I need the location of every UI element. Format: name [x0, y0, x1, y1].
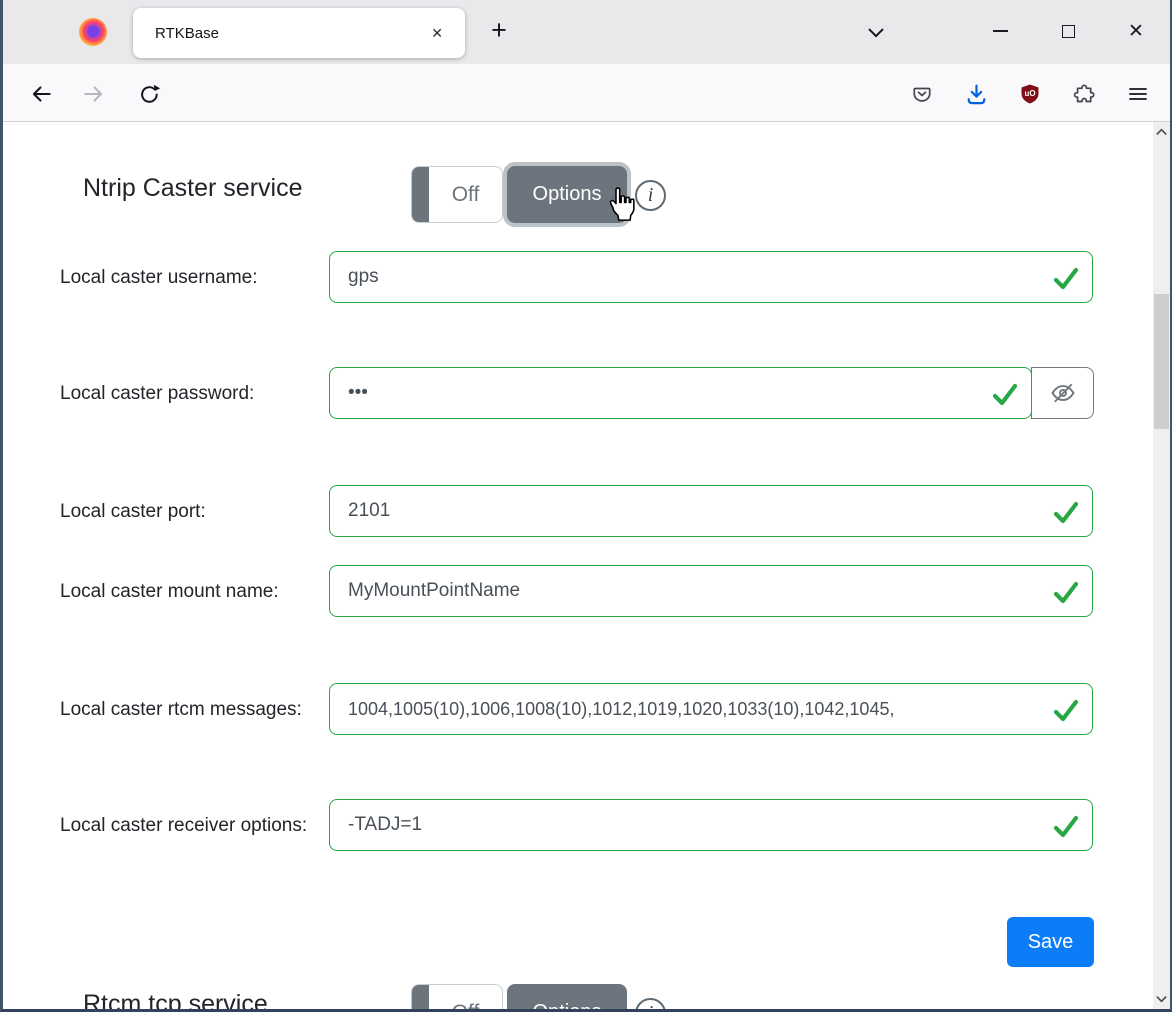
- pocket-icon: [910, 82, 934, 106]
- new-tab-button[interactable]: +: [481, 12, 517, 48]
- valid-check-icon: [1052, 579, 1080, 607]
- download-icon: [964, 82, 989, 107]
- reload-button[interactable]: [135, 80, 163, 108]
- tab-rtkbase[interactable]: RTKBase ✕: [133, 8, 465, 58]
- eye-slash-icon: [1049, 379, 1077, 407]
- page-content: Ntrip Caster service Off Options i Local…: [3, 122, 1170, 1009]
- username-input[interactable]: gps: [329, 251, 1093, 303]
- valid-check-icon: [1052, 697, 1080, 725]
- section-title-ntrip: Ntrip Caster service: [83, 174, 303, 203]
- field-label: Local caster mount name:: [60, 574, 313, 610]
- downloads-button[interactable]: [962, 80, 990, 108]
- firefox-logo-icon: [79, 18, 107, 46]
- maximize-icon: [1062, 25, 1075, 38]
- valid-check-icon: [991, 381, 1019, 409]
- rtcm-tcp-options-button[interactable]: Options: [507, 984, 627, 1009]
- input-value: •••: [348, 382, 368, 404]
- navigation-toolbar: 192.168.178.34/settings ☆ uO: [3, 64, 1170, 122]
- password-input[interactable]: •••: [329, 367, 1032, 419]
- field-label: Local caster rtcm messages:: [60, 692, 313, 728]
- input-value: 1004,1005(10),1006,1008(10),1012,1019,10…: [348, 699, 894, 720]
- toggle-handle: [412, 167, 429, 222]
- ublock-shield-icon: uO: [1018, 82, 1042, 106]
- window-maximize-button[interactable]: [1045, 12, 1091, 50]
- valid-check-icon: [1052, 813, 1080, 841]
- ntrip-info-icon[interactable]: i: [635, 180, 666, 211]
- puzzle-piece-icon: [1072, 82, 1096, 106]
- chevron-up-icon: [1155, 126, 1168, 139]
- tab-bar: RTKBase ✕ + ✕: [3, 0, 1170, 64]
- minimize-icon: [993, 30, 1008, 32]
- toggle-handle: [412, 985, 429, 1009]
- rtcm-tcp-onoff-toggle[interactable]: Off: [411, 984, 503, 1009]
- field-label: Local caster receiver options:: [60, 808, 313, 844]
- scrollbar-down-button[interactable]: [1153, 990, 1170, 1007]
- toggle-off-label: Off: [429, 167, 502, 222]
- window-minimize-button[interactable]: [977, 12, 1023, 50]
- reload-icon: [137, 82, 162, 107]
- tab-title: RTKBase: [155, 25, 423, 42]
- back-arrow-icon: [28, 81, 54, 107]
- toggle-password-visibility-button[interactable]: [1031, 367, 1094, 419]
- close-icon: ✕: [1128, 20, 1144, 43]
- valid-check-icon: [1052, 265, 1080, 293]
- forward-button[interactable]: [80, 80, 108, 108]
- input-value: gps: [348, 266, 379, 288]
- scrollbar-up-button[interactable]: [1153, 124, 1170, 141]
- svg-text:uO: uO: [1024, 89, 1035, 98]
- back-button[interactable]: [27, 80, 55, 108]
- valid-check-icon: [1052, 499, 1080, 527]
- window-close-button[interactable]: ✕: [1113, 12, 1159, 50]
- save-button[interactable]: Save: [1007, 917, 1094, 967]
- field-label: Local caster password:: [60, 376, 313, 412]
- menu-button[interactable]: [1124, 80, 1152, 108]
- vertical-scrollbar[interactable]: [1153, 122, 1170, 1009]
- input-value: 2101: [348, 500, 390, 522]
- ntrip-options-button[interactable]: Options: [507, 166, 627, 223]
- toggle-off-label: Off: [429, 985, 502, 1009]
- receiver-options-input[interactable]: -TADJ=1: [329, 799, 1093, 851]
- input-value: MyMountPointName: [348, 580, 520, 602]
- field-label: Local caster username:: [60, 260, 313, 296]
- mount-name-input[interactable]: MyMountPointName: [329, 565, 1093, 617]
- input-value: -TADJ=1: [348, 814, 422, 836]
- tab-close-icon[interactable]: ✕: [423, 21, 451, 46]
- chevron-down-icon: [861, 18, 891, 46]
- forward-arrow-icon: [81, 81, 107, 107]
- hamburger-menu-icon: [1126, 82, 1150, 106]
- rtcm-messages-input[interactable]: 1004,1005(10),1006,1008(10),1012,1019,10…: [329, 683, 1093, 735]
- ublock-origin-button[interactable]: uO: [1016, 80, 1044, 108]
- chevron-down-icon: [1155, 992, 1168, 1005]
- section-title-rtcm-tcp: Rtcm tcp service: [83, 990, 268, 1009]
- scrollbar-thumb[interactable]: [1154, 294, 1169, 429]
- pocket-button[interactable]: [908, 80, 936, 108]
- tab-list-chevron-button[interactable]: [861, 18, 891, 51]
- rtcm-tcp-info-icon[interactable]: i: [635, 998, 666, 1009]
- ntrip-onoff-toggle[interactable]: Off: [411, 166, 503, 223]
- browser-window: RTKBase ✕ + ✕: [0, 0, 1172, 1012]
- field-label: Local caster port:: [60, 494, 313, 530]
- extensions-button[interactable]: [1070, 80, 1098, 108]
- port-input[interactable]: 2101: [329, 485, 1093, 537]
